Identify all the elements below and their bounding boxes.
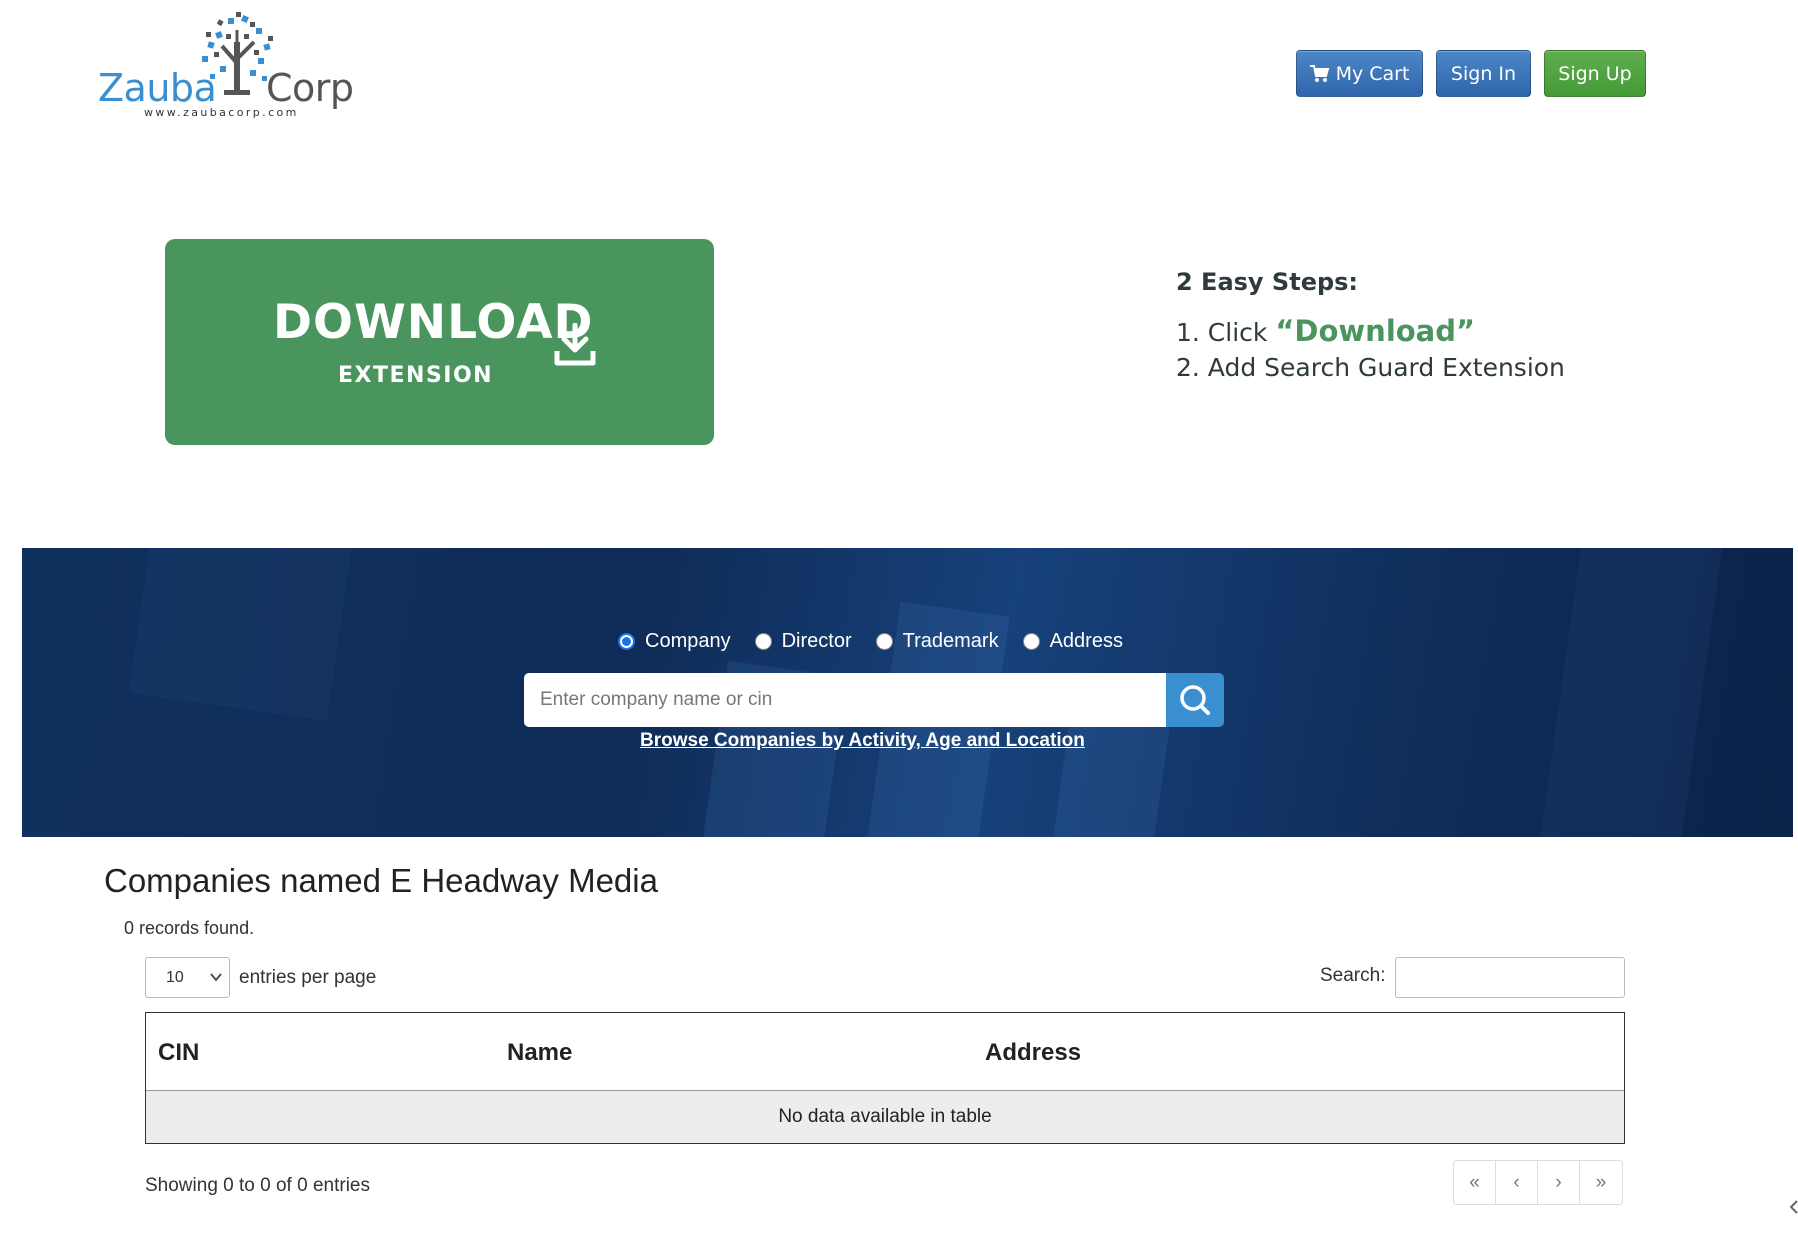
radio-director[interactable]: Director [754,630,852,653]
entries-per-page-select[interactable]: 10 [145,957,230,998]
caret-left-icon[interactable] [1790,1198,1798,1216]
page-title: Companies named E Headway Media [104,862,658,899]
pager-prev-button[interactable]: ‹ [1496,1161,1538,1204]
download-icon [554,323,596,366]
radio-trademark-circle[interactable] [875,633,893,650]
search-type-radios: Company Director Trademark Address [618,630,1147,653]
pager-last-button[interactable]: » [1580,1161,1622,1204]
sign-up-button[interactable]: Sign Up [1544,50,1646,97]
logo-brand-right: Corp [266,66,354,110]
pager-first-button[interactable]: « [1454,1161,1496,1204]
column-header-cin[interactable]: CIN [158,1039,199,1067]
radio-address[interactable]: Address [1022,630,1123,653]
column-header-address[interactable]: Address [985,1039,1081,1067]
table-empty-row: No data available in table [146,1091,1624,1143]
companies-table: CIN Name Address No data available in ta… [145,1012,1625,1144]
download-title: DOWNLOAD [273,295,594,350]
logo-url: www.zaubacorp.com [144,106,299,119]
step-1-prefix: 1. Click [1176,318,1276,347]
zaubacorp-logo[interactable]: Zauba Corp www.zaubacorp.com [96,12,366,124]
radio-trademark-label: Trademark [902,630,999,652]
table-info: Showing 0 to 0 of 0 entries [145,1175,370,1196]
step-1: 1. Click “Download” [1176,314,1565,350]
table-search-input[interactable] [1395,957,1625,998]
radio-address-circle[interactable] [1022,633,1040,650]
table-header: CIN Name Address [146,1013,1624,1091]
download-extension-button[interactable]: DOWNLOAD EXTENSION [165,239,714,445]
banner-decoration [1540,548,1724,837]
records-count: 0 records found. [124,918,255,938]
search-button[interactable] [1166,673,1224,727]
easy-steps: 2 Easy Steps: 1. Click “Download” 2. Add… [1176,268,1565,385]
table-search-label: Search: [1320,965,1386,986]
shopping-cart-icon [1309,64,1329,82]
sign-in-button[interactable]: Sign In [1436,50,1531,97]
my-cart-label: My Cart [1335,62,1410,85]
entries-per-page: 10 entries per page [145,957,376,998]
site-header: Zauba Corp www.zaubacorp.com My Cart Sig… [0,0,1798,140]
radio-company[interactable]: Company [618,630,731,653]
column-header-name[interactable]: Name [507,1039,572,1067]
pager-next-button[interactable]: › [1538,1161,1580,1204]
radio-company-circle[interactable] [618,633,635,650]
search-banner: Company Director Trademark Address Brows… [22,548,1793,837]
radio-company-label: Company [645,630,731,652]
browse-companies-link[interactable]: Browse Companies by Activity, Age and Lo… [640,730,1085,752]
download-subtitle: EXTENSION [338,363,494,388]
step-2: 2. Add Search Guard Extension [1176,353,1565,382]
chevron-down-icon [210,973,222,982]
radio-address-label: Address [1049,630,1123,652]
pagination: « ‹ › » [1453,1160,1623,1205]
entries-per-page-label: entries per page [239,966,377,988]
radio-trademark[interactable]: Trademark [875,630,999,653]
radio-director-circle[interactable] [754,633,772,650]
entries-per-page-value: 10 [166,968,184,986]
search-icon [1180,685,1210,715]
company-search-input[interactable] [524,673,1166,727]
my-cart-button[interactable]: My Cart [1296,50,1423,97]
banner-decoration [129,548,355,721]
logo-brand-left: Zauba [98,66,217,110]
radio-director-label: Director [781,630,852,652]
steps-title: 2 Easy Steps: [1176,268,1359,296]
step-1-highlight: “Download” [1275,314,1476,348]
